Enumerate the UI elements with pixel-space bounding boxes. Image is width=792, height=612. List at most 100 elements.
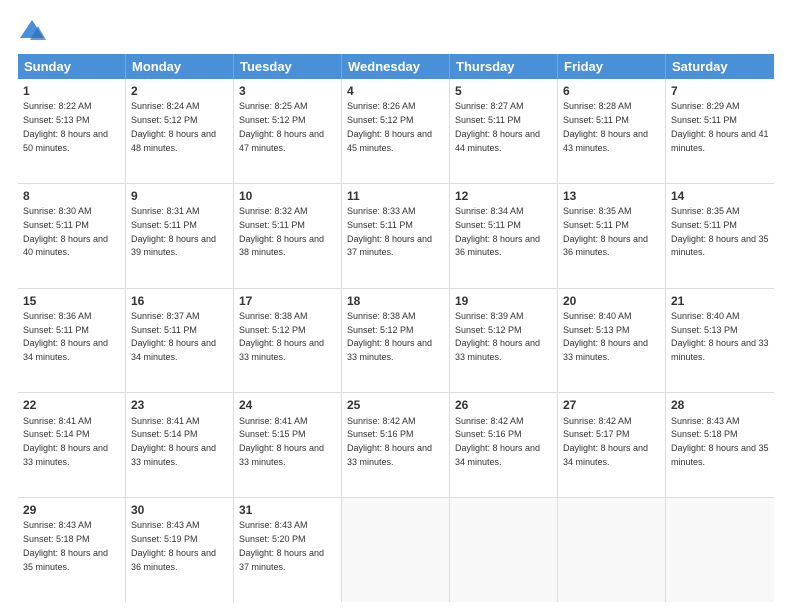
calendar-cell: 18Sunrise: 8:38 AMSunset: 5:12 PMDayligh… [342, 289, 450, 393]
day-number: 21 [671, 293, 769, 309]
calendar-cell: 15 Sunrise: 8:36 AMSunset: 5:11 PMDayligh… [18, 289, 126, 393]
day-number: 17 [239, 293, 336, 309]
calendar-cell: 13 Sunrise: 8:35 AMSunset: 5:11 PMDayligh… [558, 184, 666, 288]
calendar-cell: 27 Sunrise: 8:42 AMSunset: 5:17 PMDayligh… [558, 393, 666, 497]
cell-info: Sunrise: 8:24 AMSunset: 5:12 PMDaylight:… [131, 101, 216, 152]
header [18, 18, 774, 46]
day-number: 20 [563, 293, 660, 309]
calendar: SundayMondayTuesdayWednesdayThursdayFrid… [18, 54, 774, 602]
day-number: 31 [239, 502, 336, 518]
cell-info: Sunrise: 8:41 AMSunset: 5:15 PMDaylight:… [239, 416, 324, 467]
calendar-cell: 25 Sunrise: 8:42 AMSunset: 5:16 PMDayligh… [342, 393, 450, 497]
calendar-cell: 11 Sunrise: 8:33 AMSunset: 5:11 PMDayligh… [342, 184, 450, 288]
day-number: 5 [455, 83, 552, 99]
calendar-cell: 28 Sunrise: 8:43 AMSunset: 5:18 PMDayligh… [666, 393, 774, 497]
cell-info: Sunrise: 8:36 AMSunset: 5:11 PMDaylight:… [23, 311, 108, 362]
day-number: 9 [131, 188, 228, 204]
day-number: 27 [563, 397, 660, 413]
calendar-cell: 17 Sunrise: 8:38 AMSunset: 5:12 PMDayligh… [234, 289, 342, 393]
day-number: 12 [455, 188, 552, 204]
day-number: 15 [23, 293, 120, 309]
day-number: 10 [239, 188, 336, 204]
header-day-sunday: Sunday [18, 54, 126, 79]
calendar-cell: 29 Sunrise: 8:43 AMSunset: 5:18 PMDayligh… [18, 498, 126, 602]
calendar-cell: 31 Sunrise: 8:43 AMSunset: 5:20 PMDayligh… [234, 498, 342, 602]
header-day-thursday: Thursday [450, 54, 558, 79]
day-number: 14 [671, 188, 769, 204]
cell-info: Sunrise: 8:35 AMSunset: 5:11 PMDaylight:… [563, 206, 648, 257]
week-row-3: 15 Sunrise: 8:36 AMSunset: 5:11 PMDayligh… [18, 289, 774, 394]
calendar-body: 1Sunrise: 8:22 AMSunset: 5:13 PMDaylight… [18, 79, 774, 602]
header-day-tuesday: Tuesday [234, 54, 342, 79]
day-number: 30 [131, 502, 228, 518]
calendar-cell [666, 498, 774, 602]
calendar-cell: 22 Sunrise: 8:41 AMSunset: 5:14 PMDayligh… [18, 393, 126, 497]
week-row-5: 29 Sunrise: 8:43 AMSunset: 5:18 PMDayligh… [18, 498, 774, 602]
day-number: 18 [347, 293, 444, 309]
cell-info: Sunrise: 8:29 AMSunset: 5:11 PMDaylight:… [671, 101, 769, 152]
calendar-cell: 9 Sunrise: 8:31 AMSunset: 5:11 PMDaylight… [126, 184, 234, 288]
calendar-cell: 20 Sunrise: 8:40 AMSunset: 5:13 PMDayligh… [558, 289, 666, 393]
cell-info: Sunrise: 8:40 AMSunset: 5:13 PMDaylight:… [563, 311, 648, 362]
header-day-wednesday: Wednesday [342, 54, 450, 79]
header-day-monday: Monday [126, 54, 234, 79]
calendar-cell: 7Sunrise: 8:29 AMSunset: 5:11 PMDaylight… [666, 79, 774, 183]
calendar-cell: 24 Sunrise: 8:41 AMSunset: 5:15 PMDayligh… [234, 393, 342, 497]
calendar-cell [342, 498, 450, 602]
week-row-1: 1Sunrise: 8:22 AMSunset: 5:13 PMDaylight… [18, 79, 774, 184]
calendar-cell: 19Sunrise: 8:39 AMSunset: 5:12 PMDayligh… [450, 289, 558, 393]
cell-info: Sunrise: 8:28 AMSunset: 5:11 PMDaylight:… [563, 101, 648, 152]
cell-info: Sunrise: 8:41 AMSunset: 5:14 PMDaylight:… [23, 416, 108, 467]
day-number: 26 [455, 397, 552, 413]
calendar-cell: 1Sunrise: 8:22 AMSunset: 5:13 PMDaylight… [18, 79, 126, 183]
day-number: 16 [131, 293, 228, 309]
cell-info: Sunrise: 8:42 AMSunset: 5:16 PMDaylight:… [455, 416, 540, 467]
day-number: 13 [563, 188, 660, 204]
calendar-cell: 26 Sunrise: 8:42 AMSunset: 5:16 PMDayligh… [450, 393, 558, 497]
calendar-cell: 8Sunrise: 8:30 AMSunset: 5:11 PMDaylight… [18, 184, 126, 288]
day-number: 11 [347, 188, 444, 204]
calendar-cell: 30Sunrise: 8:43 AMSunset: 5:19 PMDayligh… [126, 498, 234, 602]
cell-info: Sunrise: 8:38 AMSunset: 5:12 PMDaylight:… [239, 311, 324, 362]
calendar-cell: 10 Sunrise: 8:32 AMSunset: 5:11 PMDayligh… [234, 184, 342, 288]
day-number: 8 [23, 188, 120, 204]
logo-icon [18, 18, 46, 46]
day-number: 25 [347, 397, 444, 413]
cell-info: Sunrise: 8:31 AMSunset: 5:11 PMDaylight:… [131, 206, 216, 257]
page: SundayMondayTuesdayWednesdayThursdayFrid… [0, 0, 792, 612]
day-number: 24 [239, 397, 336, 413]
day-number: 2 [131, 83, 228, 99]
cell-info: Sunrise: 8:43 AMSunset: 5:18 PMDaylight:… [671, 416, 769, 467]
calendar-cell: 6Sunrise: 8:28 AMSunset: 5:11 PMDaylight… [558, 79, 666, 183]
calendar-cell [450, 498, 558, 602]
calendar-cell [558, 498, 666, 602]
day-number: 22 [23, 397, 120, 413]
calendar-cell: 2 Sunrise: 8:24 AMSunset: 5:12 PMDaylight… [126, 79, 234, 183]
calendar-cell: 23Sunrise: 8:41 AMSunset: 5:14 PMDayligh… [126, 393, 234, 497]
day-number: 23 [131, 397, 228, 413]
day-number: 29 [23, 502, 120, 518]
calendar-cell: 21 Sunrise: 8:40 AMSunset: 5:13 PMDayligh… [666, 289, 774, 393]
calendar-cell: 14 Sunrise: 8:35 AMSunset: 5:11 PMDayligh… [666, 184, 774, 288]
day-number: 28 [671, 397, 769, 413]
calendar-cell: 3Sunrise: 8:25 AMSunset: 5:12 PMDaylight… [234, 79, 342, 183]
cell-info: Sunrise: 8:35 AMSunset: 5:11 PMDaylight:… [671, 206, 769, 257]
cell-info: Sunrise: 8:42 AMSunset: 5:17 PMDaylight:… [563, 416, 648, 467]
header-day-friday: Friday [558, 54, 666, 79]
calendar-cell: 16 Sunrise: 8:37 AMSunset: 5:11 PMDayligh… [126, 289, 234, 393]
cell-info: Sunrise: 8:37 AMSunset: 5:11 PMDaylight:… [131, 311, 216, 362]
day-number: 4 [347, 83, 444, 99]
cell-info: Sunrise: 8:32 AMSunset: 5:11 PMDaylight:… [239, 206, 324, 257]
cell-info: Sunrise: 8:40 AMSunset: 5:13 PMDaylight:… [671, 311, 769, 362]
calendar-cell: 4Sunrise: 8:26 AMSunset: 5:12 PMDaylight… [342, 79, 450, 183]
cell-info: Sunrise: 8:39 AMSunset: 5:12 PMDaylight:… [455, 311, 540, 362]
header-day-saturday: Saturday [666, 54, 774, 79]
week-row-4: 22 Sunrise: 8:41 AMSunset: 5:14 PMDayligh… [18, 393, 774, 498]
logo [18, 18, 50, 46]
calendar-cell: 12Sunrise: 8:34 AMSunset: 5:11 PMDayligh… [450, 184, 558, 288]
cell-info: Sunrise: 8:43 AMSunset: 5:20 PMDaylight:… [239, 520, 324, 571]
cell-info: Sunrise: 8:42 AMSunset: 5:16 PMDaylight:… [347, 416, 432, 467]
cell-info: Sunrise: 8:33 AMSunset: 5:11 PMDaylight:… [347, 206, 432, 257]
calendar-header: SundayMondayTuesdayWednesdayThursdayFrid… [18, 54, 774, 79]
cell-info: Sunrise: 8:43 AMSunset: 5:18 PMDaylight:… [23, 520, 108, 571]
